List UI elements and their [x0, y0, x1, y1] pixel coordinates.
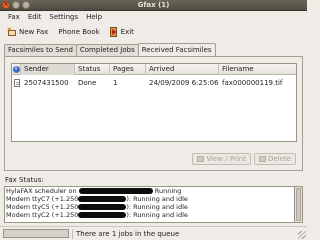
exit-icon [109, 27, 119, 37]
action-buttons: View / Print Delete [192, 153, 296, 165]
view-print-label: View / Print [206, 155, 246, 163]
menu-help[interactable]: Help [82, 13, 106, 21]
fax-status-log[interactable]: HylaFAX scheduler on Running Modem ttyC7… [4, 186, 295, 223]
tab-facsimiles-to-send[interactable]: Facsimiles to Send [4, 44, 77, 56]
title-bar: × Gfax (1) [0, 0, 307, 11]
phone-book-button[interactable]: Phone Book [56, 25, 101, 39]
status-line-scheduler: HylaFAX scheduler on Running [6, 187, 182, 195]
menu-bar: Fax Edit Settings Help [0, 11, 307, 23]
menu-settings[interactable]: Settings [45, 13, 82, 21]
cell-pages: 1 [113, 78, 118, 87]
delete-icon [259, 156, 266, 162]
window-title: Gfax (1) [137, 1, 170, 9]
tab-bar: Facsimiles to Send Completed Jobs Receiv… [4, 43, 303, 56]
tab-completed-jobs[interactable]: Completed Jobs [75, 44, 139, 56]
redacted-text [78, 204, 127, 210]
info-icon: i [12, 66, 20, 73]
status-line-modem-c5: Modem ttyC5 (+1.250): Running and idle [6, 203, 188, 211]
fax-status-label: Fax Status: [5, 176, 44, 184]
resize-grip[interactable] [298, 231, 306, 239]
document-icon [13, 78, 20, 87]
delete-button[interactable]: Delete [254, 153, 296, 165]
table-row[interactable]: 2507431500 Done 1 24/09/2009 6:25:06 PM … [12, 76, 296, 89]
column-header-filename[interactable]: Filename [219, 64, 296, 75]
queue-status-text: There are 1 jobs in the queue [76, 230, 180, 238]
tab-received-facsimiles[interactable]: Received Facsimiles [137, 43, 216, 56]
view-print-button[interactable]: View / Print [192, 153, 251, 165]
status-bar: There are 1 jobs in the queue [0, 226, 307, 240]
column-header-status[interactable]: Status [75, 64, 110, 75]
delete-label: Delete [268, 155, 291, 163]
column-header-arrived[interactable]: Arrived [146, 64, 219, 75]
phone-book-label: Phone Book [58, 28, 100, 36]
print-icon [197, 156, 205, 162]
redacted-text [78, 188, 153, 194]
menu-edit[interactable]: Edit [24, 13, 46, 21]
status-scrollbar[interactable] [295, 186, 303, 223]
scrollbar-thumb[interactable] [296, 188, 301, 221]
queue-progress-bar [3, 229, 69, 238]
cell-sender: 2507431500 [24, 78, 69, 87]
new-fax-button[interactable]: ✶ New Fax [5, 25, 50, 39]
exit-button[interactable]: Exit [108, 25, 136, 39]
menu-fax[interactable]: Fax [4, 13, 24, 21]
info-column-header[interactable]: i [12, 64, 21, 75]
redacted-text [78, 212, 127, 218]
redacted-text [78, 196, 127, 202]
status-line-modem-c2: Modem ttyC2 (+1.250): Running and idle [6, 211, 188, 219]
received-fax-table: i Sender Status Pages Arrived Filename 2… [11, 63, 297, 142]
cell-status: Done [78, 78, 97, 87]
column-header-sender[interactable]: Sender [21, 64, 75, 75]
new-fax-icon: ✶ [6, 26, 17, 37]
toolbar: ✶ New Fax Phone Book Exit [0, 23, 307, 41]
column-header-pages[interactable]: Pages [110, 64, 146, 75]
received-facsimiles-panel: i Sender Status Pages Arrived Filename 2… [4, 56, 303, 171]
status-line-modem-c7: Modem ttyC7 (+1.250): Running and idle [6, 195, 188, 203]
cell-filename: fax000000119.tif [222, 78, 283, 87]
exit-label: Exit [120, 28, 134, 36]
cell-arrived: 24/09/2009 6:25:06 PM [149, 78, 219, 87]
new-fax-label: New Fax [19, 28, 49, 36]
table-header: i Sender Status Pages Arrived Filename [12, 64, 296, 75]
